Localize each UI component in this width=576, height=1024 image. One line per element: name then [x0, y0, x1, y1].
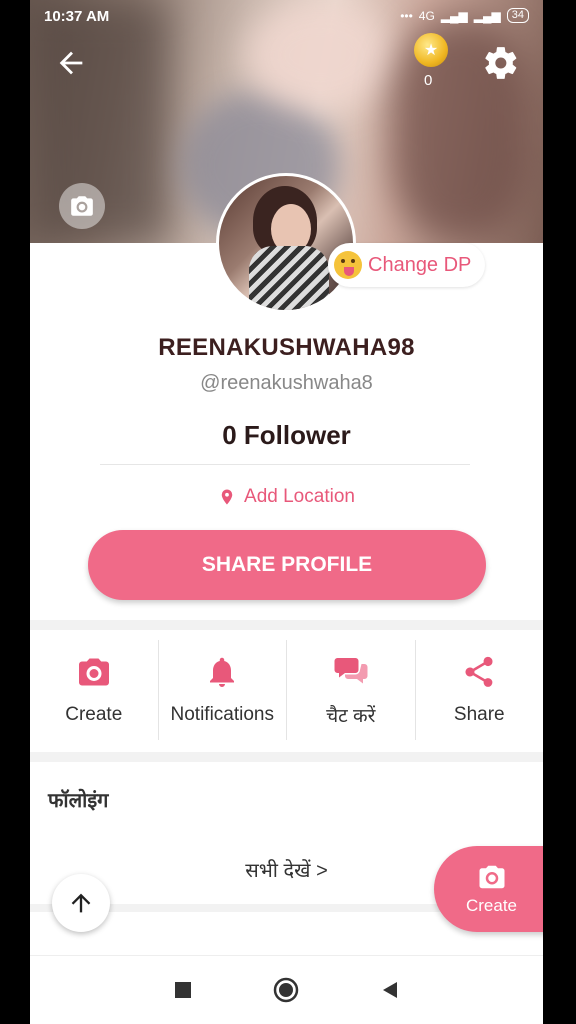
create-fab-button[interactable]: Create	[434, 846, 543, 932]
action-label: Notifications	[170, 704, 275, 725]
profile-avatar[interactable]	[216, 173, 356, 313]
action-share[interactable]: Share	[416, 640, 544, 740]
share-icon	[465, 656, 493, 687]
follower-count[interactable]: 0 Follower	[30, 420, 543, 451]
more-dots-icon: •••	[400, 8, 413, 23]
status-time: 10:37 AM	[44, 8, 110, 25]
status-bar: 10:37 AM ••• 4G ▂▄▆ ▂▄▆ 34	[30, 0, 543, 34]
change-dp-label: Change DP	[368, 253, 472, 276]
section-divider	[30, 620, 543, 630]
fab-label: Create	[465, 896, 518, 915]
bell-icon	[210, 657, 235, 687]
change-dp-button[interactable]: Change DP	[328, 243, 486, 287]
section-divider	[30, 752, 543, 762]
chat-icon	[334, 658, 368, 684]
arrow-up-icon	[71, 893, 91, 913]
divider	[100, 464, 470, 465]
share-profile-button[interactable]: SHARE PROFILE	[88, 530, 486, 600]
battery-level: 34	[506, 8, 529, 23]
recents-square-icon[interactable]	[174, 981, 192, 999]
change-cover-camera-button[interactable]	[59, 183, 105, 229]
scroll-to-top-button[interactable]	[52, 874, 110, 932]
home-circle-icon[interactable]	[272, 976, 300, 1004]
action-label: चैट करें	[326, 706, 376, 727]
action-chat[interactable]: चैट करें	[287, 640, 416, 740]
action-label: Share	[453, 704, 505, 725]
status-icons: ••• 4G ▂▄▆ ▂▄▆ 34	[400, 8, 529, 23]
action-row: Create Notifications चैट करें Share	[30, 640, 543, 740]
coin-icon[interactable]: ★	[414, 33, 448, 67]
action-label: Create	[65, 704, 123, 725]
action-create[interactable]: Create	[30, 640, 159, 740]
location-pin-icon	[221, 489, 233, 505]
profile-handle: @reenakushwaha8	[200, 372, 373, 394]
camera-icon	[78, 658, 109, 686]
system-nav-bar	[30, 955, 543, 1024]
camera-icon	[71, 196, 93, 216]
app-screen: 10:37 AM ••• 4G ▂▄▆ ▂▄▆ 34 ★ 0 Change DP…	[30, 0, 543, 1024]
action-notifications[interactable]: Notifications	[159, 640, 287, 740]
coin-count: 0	[424, 72, 433, 89]
profile-username: REENAKUSHWAHA98	[158, 334, 415, 361]
signal-icon: ▂▄▆	[440, 8, 468, 23]
gear-icon[interactable]	[482, 44, 520, 82]
network-type: 4G	[418, 8, 435, 23]
signal-icon-2: ▂▄▆	[473, 8, 501, 23]
tongue-emoji-icon	[334, 251, 362, 279]
camera-icon	[479, 865, 504, 889]
following-section-title: फॉलोइंग	[48, 790, 109, 812]
add-location-label: Add Location	[244, 486, 355, 507]
back-triangle-icon[interactable]	[380, 980, 400, 1000]
back-arrow-icon[interactable]	[54, 46, 88, 80]
add-location-link[interactable]: Add Location	[30, 486, 543, 508]
